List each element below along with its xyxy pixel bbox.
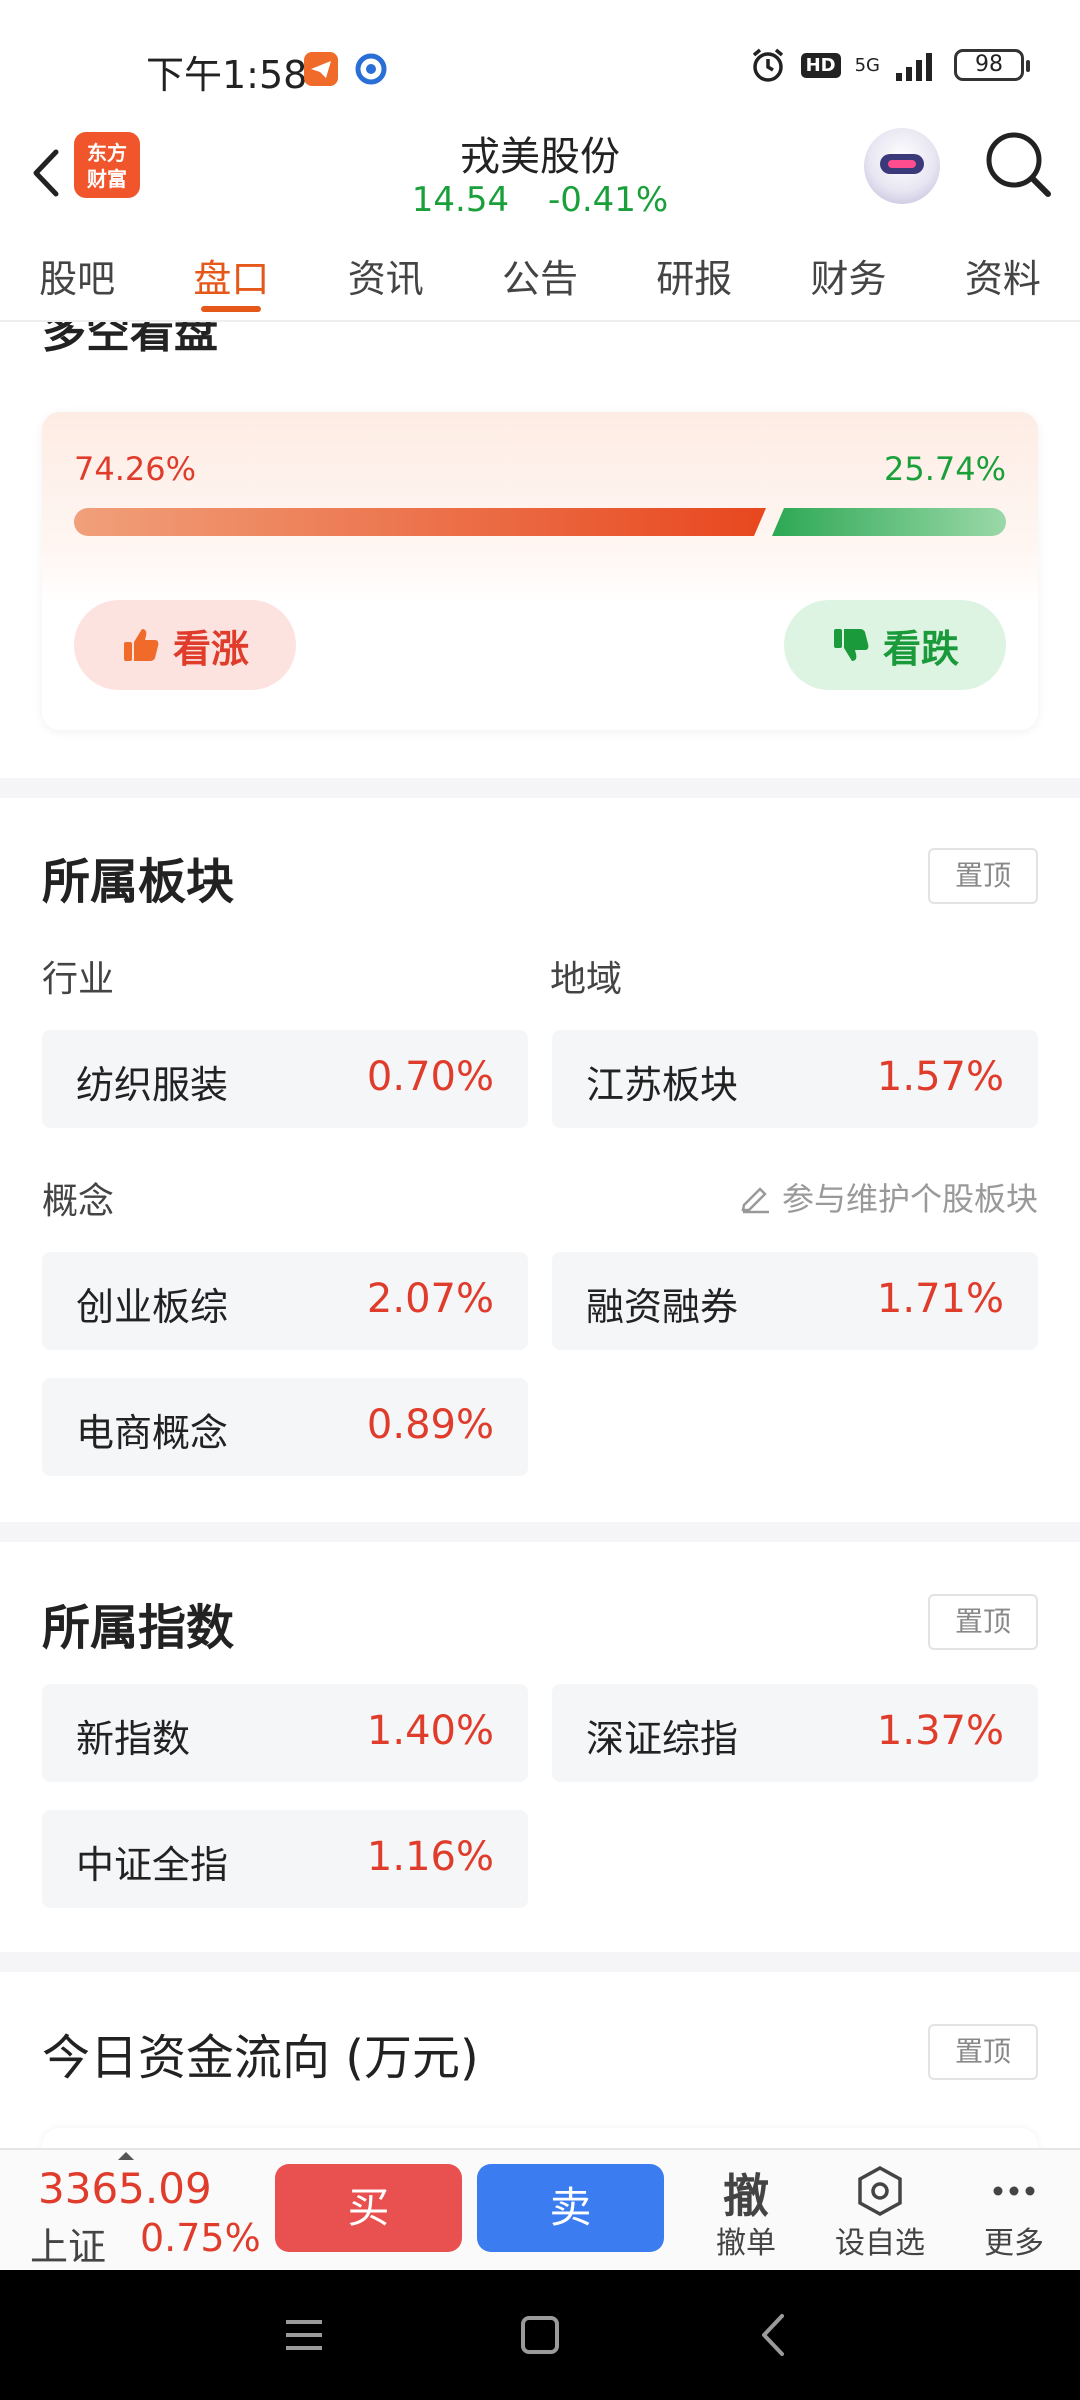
index-cell[interactable]: 新指数 1.40%	[42, 1684, 528, 1782]
sector-name: 纺织服装	[76, 1063, 229, 1107]
sell-button[interactable]: 卖	[477, 2164, 664, 2252]
index-change: 1.16%	[366, 1834, 494, 1880]
search-icon[interactable]	[980, 126, 1056, 202]
menu-icon[interactable]	[282, 2310, 326, 2360]
robot-assistant-avatar[interactable]	[864, 128, 940, 204]
index-change: 1.37%	[876, 1708, 1004, 1754]
concept-cell[interactable]: 电商概念 0.89%	[42, 1378, 528, 1476]
concept-name: 电商概念	[76, 1411, 229, 1455]
system-nav-bar	[0, 2270, 1080, 2400]
stock-change: -0.41%	[547, 180, 669, 220]
alarm-icon	[752, 48, 783, 82]
tab-financials[interactable]: 财务	[771, 230, 925, 320]
telegram-icon	[304, 52, 338, 86]
vote-bear-label: 看跌	[882, 626, 959, 671]
more-button[interactable]: 更多	[954, 2160, 1074, 2262]
hd-icon: HD	[800, 52, 841, 78]
region-label: 地域	[550, 959, 623, 1000]
index-cell[interactable]: 深证综指 1.37%	[552, 1684, 1038, 1782]
home-icon[interactable]	[518, 2310, 562, 2360]
bear-percent: 25.74%	[883, 450, 1006, 488]
sectors-section-title: 所属板块	[42, 854, 235, 910]
concept-name: 融资融券	[586, 1285, 739, 1329]
concept-name: 创业板综	[76, 1285, 229, 1329]
index-cell[interactable]: 中证全指 1.16%	[42, 1810, 528, 1908]
sentiment-card: 74.26% 25.74% 看涨 看跌	[42, 412, 1038, 730]
pankou-content[interactable]: 多空看盘 74.26% 25.74% 看涨 看跌 所属板块 置顶 行业 地域 纺…	[0, 322, 1080, 2148]
concept-change: 2.07%	[366, 1276, 494, 1322]
more-label: 更多	[984, 2226, 1044, 2261]
sectors-pin-button[interactable]: 置顶	[928, 848, 1038, 904]
signal-icon	[896, 53, 932, 81]
tab-news[interactable]: 资讯	[309, 230, 463, 320]
thumbs-up-icon	[123, 629, 159, 661]
expand-caret-icon[interactable]	[118, 2152, 134, 2160]
network-type: 5G	[854, 54, 880, 76]
fund-flow-card	[42, 2128, 1038, 2148]
stock-header: 东方 财富 戎美股份 14.54 -0.41%	[0, 120, 1080, 230]
thumbs-down-icon	[833, 629, 869, 661]
section-divider	[0, 778, 1080, 798]
add-watchlist-button[interactable]: 设自选	[820, 2160, 940, 2262]
indices-section-title: 所属指数	[42, 1600, 235, 1656]
cancel-order-label: 撤单	[716, 2226, 776, 2261]
sector-change: 1.57%	[876, 1054, 1004, 1100]
add-watchlist-label: 设自选	[835, 2226, 925, 2261]
concept-change: 1.71%	[876, 1276, 1004, 1322]
sector-change: 0.70%	[366, 1054, 494, 1100]
stock-tabs: 股吧 盘口 资讯 公告 研报 财务 资料	[0, 230, 1080, 322]
market-index-value[interactable]: 3365.09	[38, 2164, 212, 2213]
tab-guba[interactable]: 股吧	[0, 230, 154, 320]
tab-research[interactable]: 研报	[617, 230, 771, 320]
sector-cell-industry[interactable]: 纺织服装 0.70%	[42, 1030, 528, 1128]
sector-name: 江苏板块	[586, 1063, 739, 1107]
index-name: 新指数	[76, 1717, 191, 1761]
concept-cell[interactable]: 融资融券 1.71%	[552, 1252, 1038, 1350]
bear-bar-fill	[772, 508, 1006, 536]
cancel-icon: 撤	[723, 2169, 769, 2223]
tab-profile[interactable]: 资料	[926, 230, 1080, 320]
concept-cell[interactable]: 创业板综 2.07%	[42, 1252, 528, 1350]
market-index-change[interactable]: 0.75%	[140, 2216, 261, 2260]
watchlist-hexagon-icon	[858, 2166, 902, 2216]
tab-announcements[interactable]: 公告	[463, 230, 617, 320]
index-change: 1.40%	[366, 1708, 494, 1754]
battery-indicator: 98	[954, 49, 1030, 81]
bull-bar-fill	[74, 508, 766, 536]
section-divider	[0, 1952, 1080, 1972]
sentiment-bar	[74, 508, 1006, 536]
buy-button[interactable]: 买	[275, 2164, 462, 2252]
vote-bull-button[interactable]: 看涨	[74, 600, 296, 690]
status-indicators: HD 5G 98	[749, 46, 1030, 84]
maintain-link-label: 参与维护个股板块	[781, 1180, 1038, 1218]
tab-pankou[interactable]: 盘口	[154, 230, 308, 320]
trade-bar: 3365.09 上证 0.75% 买 卖 撤 撤单 设自选 更多	[0, 2148, 1080, 2270]
vote-bear-button[interactable]: 看跌	[784, 600, 1006, 690]
sentiment-section-title: 多空看盘	[42, 322, 218, 358]
sector-cell-region[interactable]: 江苏板块 1.57%	[552, 1030, 1038, 1128]
concept-label: 概念	[42, 1181, 115, 1222]
vote-bull-label: 看涨	[172, 626, 249, 671]
indices-pin-button[interactable]: 置顶	[928, 1594, 1038, 1650]
industry-label: 行业	[42, 959, 115, 1000]
back-icon[interactable]	[752, 2310, 796, 2360]
edit-pencil-icon	[741, 1187, 769, 1214]
concept-change: 0.89%	[366, 1402, 494, 1448]
more-dots-icon	[993, 2186, 1035, 2196]
section-divider	[0, 1522, 1080, 1542]
maintain-sectors-link[interactable]: 参与维护个股板块	[738, 1174, 1038, 1220]
bull-percent: 74.26%	[74, 450, 197, 488]
index-name: 深证综指	[586, 1717, 739, 1761]
fund-flow-pin-button[interactable]: 置顶	[928, 2024, 1038, 2080]
stock-price: 14.54	[411, 180, 510, 220]
status-time: 下午1:58	[146, 53, 308, 97]
cancel-order-button[interactable]: 撤 撤单	[686, 2160, 806, 2262]
index-name: 中证全指	[76, 1843, 229, 1887]
status-bar: 下午1:58 HD 5G 98	[0, 0, 1080, 120]
fund-flow-section-title: 今日资金流向 (万元)	[42, 2030, 479, 2086]
app-notification-icon	[354, 52, 388, 86]
market-index-name[interactable]: 上证	[30, 2216, 106, 2271]
